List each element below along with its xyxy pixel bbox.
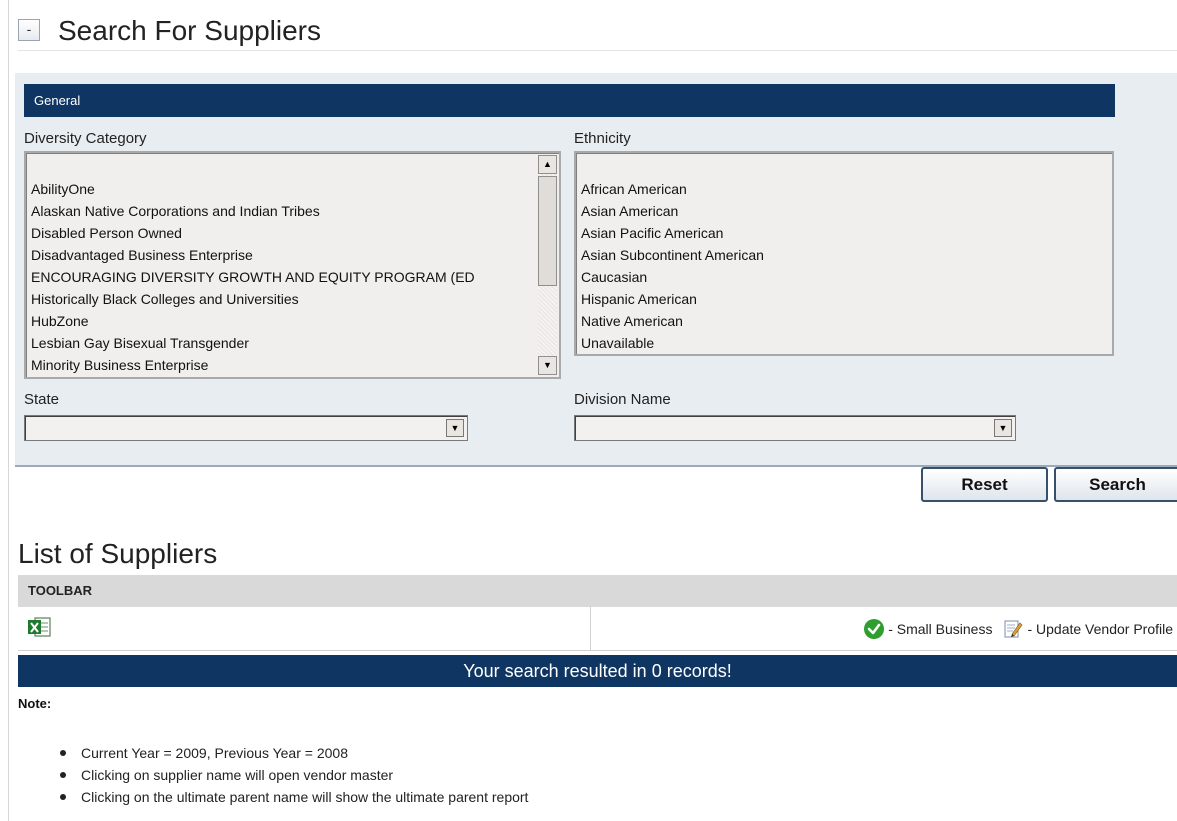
toolbar-divider [590,607,591,650]
diversity-option[interactable]: Lesbian Gay Bisexual Transgender [31,332,475,354]
state-select[interactable]: ▼ [24,415,468,441]
toolbar-row: - Small Business - Update Vendor Profile [18,607,1177,651]
state-label: State [24,391,60,408]
result-summary-bar: Your search resulted in 0 records! [18,655,1177,687]
diversity-option[interactable]: HubZone [31,310,475,332]
reset-button[interactable]: Reset [921,467,1048,502]
collapse-button[interactable]: - [18,19,40,41]
ethnicity-options: African American Asian American Asian Paci… [581,178,764,354]
division-name-label: Division Name [574,391,671,408]
ethnicity-option[interactable]: Native American [581,310,764,332]
note-item: Current Year = 2009, Previous Year = 200… [55,742,528,764]
diversity-option[interactable]: Disabled Person Owned [31,222,475,244]
note-label: Note: [18,696,52,711]
search-panel: General Diversity Category AbilityOne Ala… [15,73,1177,467]
search-button[interactable]: Search [1054,467,1177,502]
list-title: List of Suppliers [18,538,218,569]
note-item: Clicking on supplier name will open vend… [55,764,528,786]
legend-small-business: - Small Business [888,620,993,637]
diversity-option[interactable]: Alaskan Native Corporations and Indian T… [31,200,475,222]
diversity-scrollbar[interactable]: ▲ ▼ [538,155,557,375]
diversity-option[interactable]: Historically Black Colleges and Universi… [31,288,475,310]
note-item: Clicking on the ultimate parent name wil… [55,786,528,808]
excel-export-icon[interactable] [26,615,54,644]
diversity-option[interactable]: AbilityOne [31,178,475,200]
chevron-down-icon[interactable]: ▼ [446,419,464,437]
ethnicity-option[interactable]: Hispanic American [581,288,764,310]
toolbar-legend: - Small Business - Update Vendor Profile [863,607,1173,650]
scroll-down-icon[interactable]: ▼ [538,356,557,375]
ethnicity-option[interactable]: Asian Subcontinent American [581,244,764,266]
left-border-line [8,0,9,821]
chevron-down-icon[interactable]: ▼ [994,419,1012,437]
division-name-select[interactable]: ▼ [574,415,1016,441]
toolbar-header: TOOLBAR [18,575,1177,607]
section-header-general: General [24,84,1115,117]
diversity-category-label: Diversity Category [24,130,147,147]
edit-document-icon [1002,618,1024,640]
page-header: - Search For Suppliers [18,14,1177,51]
ethnicity-option[interactable]: Asian American [581,200,764,222]
diversity-option[interactable]: Disadvantaged Business Enterprise [31,244,475,266]
green-check-circle-icon [863,618,885,640]
ethnicity-label: Ethnicity [574,130,631,147]
ethnicity-option[interactable]: Asian Pacific American [581,222,764,244]
ethnicity-option[interactable]: African American [581,178,764,200]
scroll-up-icon[interactable]: ▲ [538,155,557,174]
diversity-category-listbox[interactable]: AbilityOne Alaskan Native Corporations an… [24,151,561,379]
diversity-options: AbilityOne Alaskan Native Corporations an… [31,178,475,376]
diversity-option[interactable]: ENCOURAGING DIVERSITY GROWTH AND EQUITY … [31,266,475,288]
scroll-thumb[interactable] [538,176,557,286]
ethnicity-listbox[interactable]: African American Asian American Asian Paci… [574,151,1114,356]
ethnicity-option[interactable]: Unavailable [581,332,764,354]
diversity-option[interactable]: Minority Business Enterprise [31,354,475,376]
ethnicity-option[interactable]: Caucasian [581,266,764,288]
page-title: Search For Suppliers [58,15,322,46]
legend-update-vendor-profile: - Update Vendor Profile [1027,620,1173,637]
notes-list: Current Year = 2009, Previous Year = 200… [55,742,528,808]
